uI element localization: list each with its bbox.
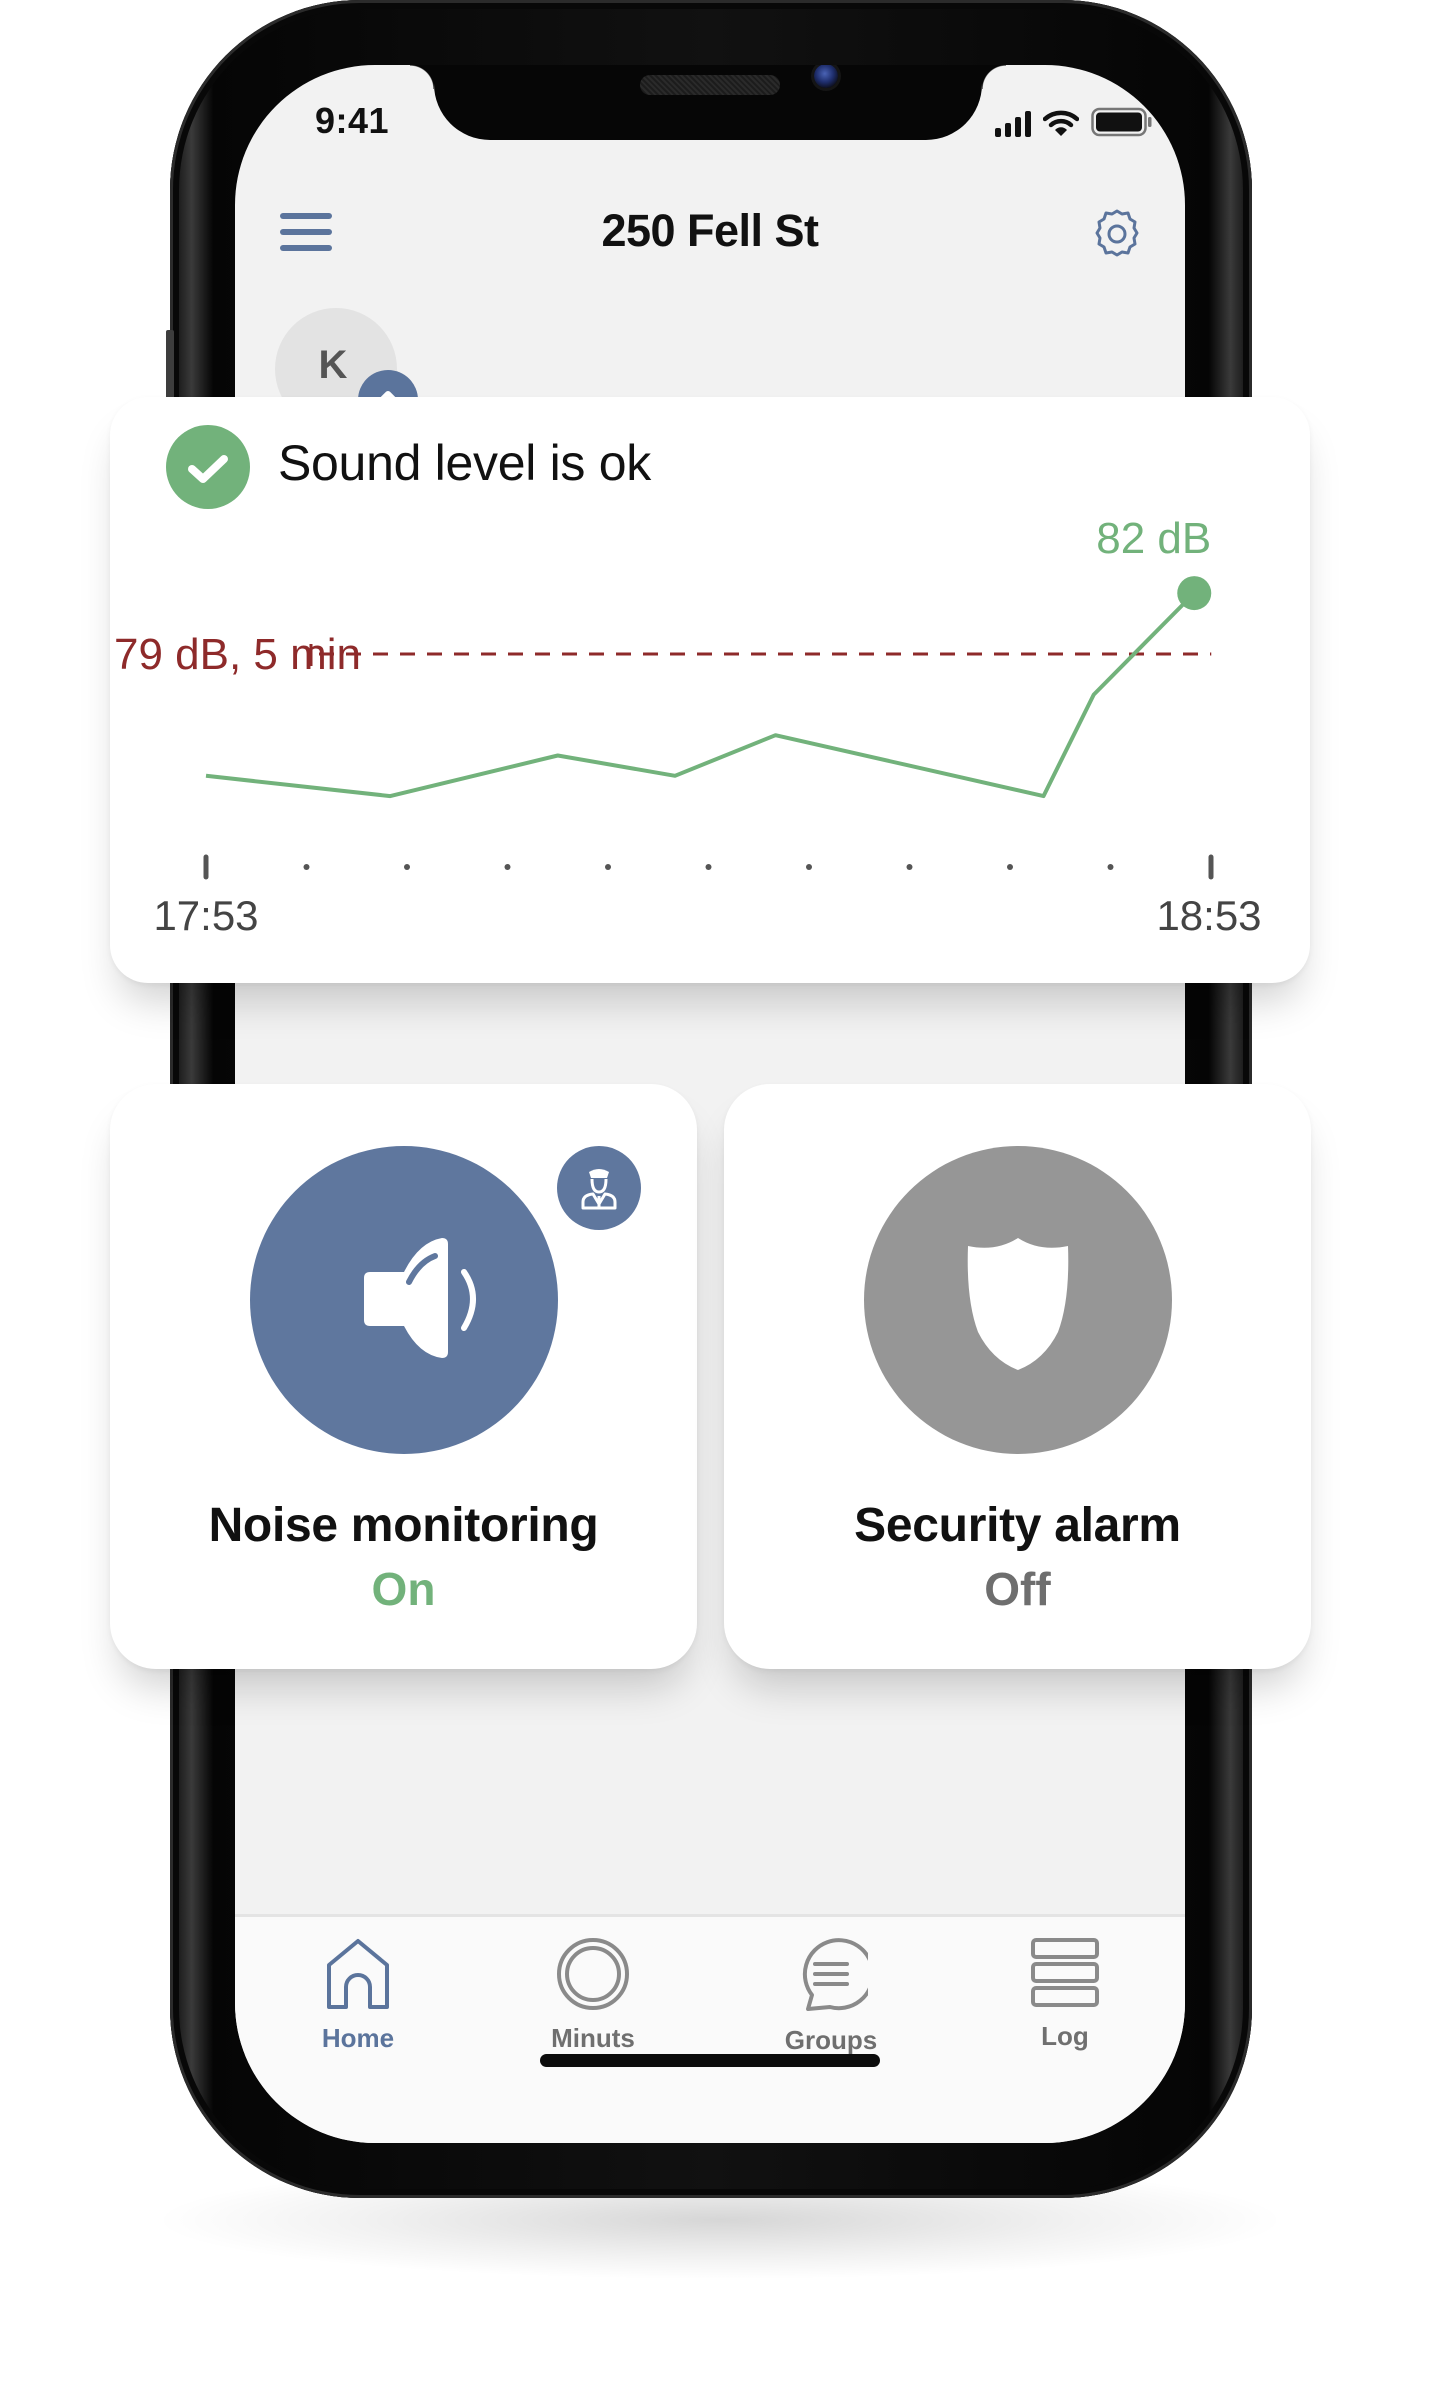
nav-item-log[interactable]: Log — [980, 1937, 1150, 2067]
security-guard-badge[interactable] — [557, 1146, 641, 1230]
shield-icon — [967, 1238, 1069, 1370]
earpiece-grille — [640, 75, 780, 95]
x-minor-tick — [404, 864, 410, 870]
minuts-ring-icon — [557, 1938, 629, 2010]
nav-label-groups: Groups — [784, 2025, 878, 2055]
sound-level-card[interactable]: Sound level is ok 79 dB, 5 min 82 dB 17:… — [110, 397, 1310, 983]
cellular-signal-icon — [995, 111, 1031, 137]
sound-level-chart: 79 dB, 5 min 82 dB 17:53 18:53 — [114, 514, 1262, 939]
avatar-initial: K — [318, 342, 348, 387]
speaker-icon — [364, 1238, 476, 1358]
home-icon — [327, 1939, 389, 2009]
series-line — [205, 591, 1196, 799]
page-title: 250 Fell St — [601, 205, 819, 256]
wifi-icon — [1043, 110, 1079, 136]
home-indicator[interactable] — [540, 2054, 880, 2067]
x-tick-label-start: 17:53 — [153, 892, 258, 939]
front-camera — [814, 65, 838, 88]
tile-title: Noise monitoring — [208, 1499, 599, 1552]
x-minor-tick — [303, 864, 310, 870]
x-minor-tick — [1007, 864, 1013, 870]
x-minor-tick — [1107, 864, 1114, 870]
noise-monitoring-toggle[interactable] — [250, 1146, 558, 1454]
x-minor-tick — [906, 864, 913, 870]
nav-label-minuts: Minuts — [551, 2023, 635, 2053]
status-time: 9:41 — [315, 100, 390, 141]
tile-state: Off — [984, 1563, 1051, 1615]
security-alarm-toggle[interactable] — [864, 1146, 1172, 1454]
gear-icon[interactable] — [1090, 207, 1144, 261]
notch — [410, 65, 1006, 140]
battery-icon — [1091, 107, 1152, 137]
x-tick-label-end: 18:53 — [1156, 892, 1261, 939]
last-point-marker — [1177, 576, 1212, 611]
tile-noise-monitoring[interactable]: Noise monitoring On — [110, 1084, 697, 1669]
nav-item-minuts[interactable]: Minuts — [508, 1937, 678, 2067]
nav-item-groups[interactable]: Groups — [746, 1937, 916, 2067]
x-minor-tick — [806, 864, 812, 870]
nav-item-home[interactable]: Home — [273, 1937, 443, 2067]
nav-label-log: Log — [1041, 2021, 1089, 2051]
bottom-nav: Home Minuts Groups Log — [235, 1914, 1185, 2143]
security-guard-icon — [581, 1169, 617, 1210]
tile-title: Security alarm — [854, 1499, 1181, 1552]
status-icons — [995, 107, 1153, 137]
chat-bubble-icon — [802, 1938, 868, 2011]
last-point-label: 82 dB — [1096, 514, 1211, 563]
x-minor-tick — [605, 864, 611, 870]
nav-label-home: Home — [321, 2023, 395, 2053]
tile-security-alarm[interactable]: Security alarm Off — [724, 1084, 1311, 1669]
x-minor-tick — [705, 864, 712, 870]
log-list-icon — [1031, 1938, 1099, 2007]
tile-state: On — [371, 1563, 436, 1615]
x-minor-tick — [504, 864, 511, 870]
